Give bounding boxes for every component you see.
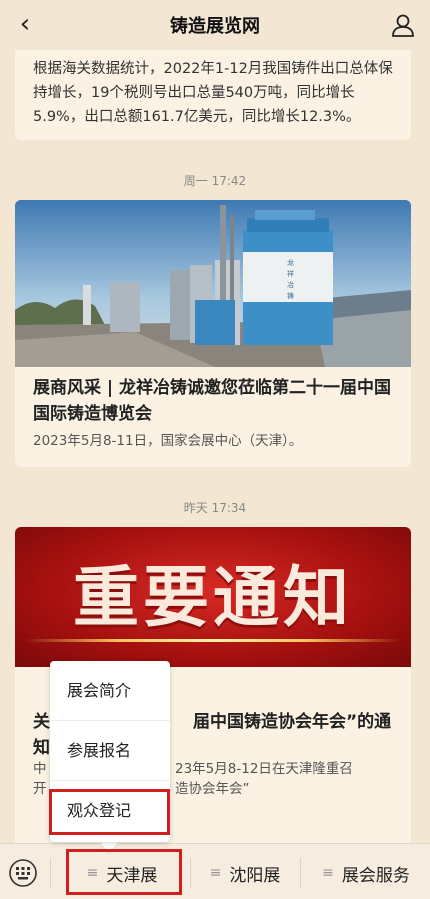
divider: [190, 858, 191, 888]
banner-gold-line: [25, 639, 401, 642]
user-icon[interactable]: [390, 12, 416, 38]
chevron-left-icon: ‹: [19, 9, 31, 39]
svg-text:冶: 冶: [287, 280, 294, 289]
menu-tianjin-expo[interactable]: ≡ 天津展: [62, 852, 182, 894]
article-banner: 重要通知: [15, 527, 411, 667]
menu-item-visitor-registration[interactable]: 观众登记: [50, 781, 170, 841]
menu-label: 沈阳展: [229, 865, 281, 886]
divider: [50, 858, 51, 888]
back-button[interactable]: ‹: [10, 9, 40, 39]
menu-shenyang-expo[interactable]: ≡ 沈阳展: [195, 852, 295, 894]
keyboard-icon[interactable]: [8, 858, 38, 888]
divider: [300, 858, 301, 888]
timestamp: 周一 17:42: [183, 174, 247, 188]
menu-item-exhibition-intro[interactable]: 展会简介: [50, 661, 170, 721]
submenu-popup: 展会简介 参展报名 观众登记: [50, 661, 170, 842]
article-card[interactable]: 龙 祥 冶 铸 展商风采 | 龙祥冶铸诚邀您莅临第二十一届中国国际铸造博览会 2…: [15, 200, 411, 467]
svg-text:龙: 龙: [287, 258, 294, 267]
bottom-menu-bar: ≡ 天津展 ≡ 沈阳展 ≡ 展会服务: [0, 843, 430, 899]
svg-text:祥: 祥: [287, 269, 294, 278]
menu-item-exhibitor-registration[interactable]: 参展报名: [50, 721, 170, 781]
title-bar: ‹ 铸造展览网: [0, 0, 430, 50]
page-title: 铸造展览网: [170, 16, 260, 37]
menu-expo-services[interactable]: ≡ 展会服务: [305, 852, 427, 894]
svg-text:铸: 铸: [287, 291, 294, 300]
menu-lines-icon: ≡: [322, 865, 334, 881]
article-title: 展商风采 | 龙祥冶铸诚邀您莅临第二十一届中国国际铸造博览会: [33, 378, 392, 424]
timestamp: 昨天 17:34: [183, 501, 247, 515]
menu-lines-icon: ≡: [86, 865, 99, 881]
banner-text: 重要通知: [73, 558, 353, 636]
article-body: 根据海关数据统计，2022年1-12月我国铸件出口总体保持增长，19个税则号出口…: [33, 61, 393, 125]
article-summary-end: 23年5月8-12日在天津隆重召: [175, 761, 353, 777]
article-summary: 2023年5月8-11日，国家会展中心（天津）。: [33, 433, 303, 449]
article-image: 龙 祥 冶 铸: [15, 200, 411, 367]
article-summary-end: 造协会年会”: [175, 781, 250, 797]
article-title-end: 届中国铸造协会年会”的通: [193, 712, 392, 732]
menu-label: 展会服务: [341, 865, 410, 886]
menu-label: 天津展: [106, 865, 158, 886]
menu-lines-icon: ≡: [209, 865, 222, 881]
